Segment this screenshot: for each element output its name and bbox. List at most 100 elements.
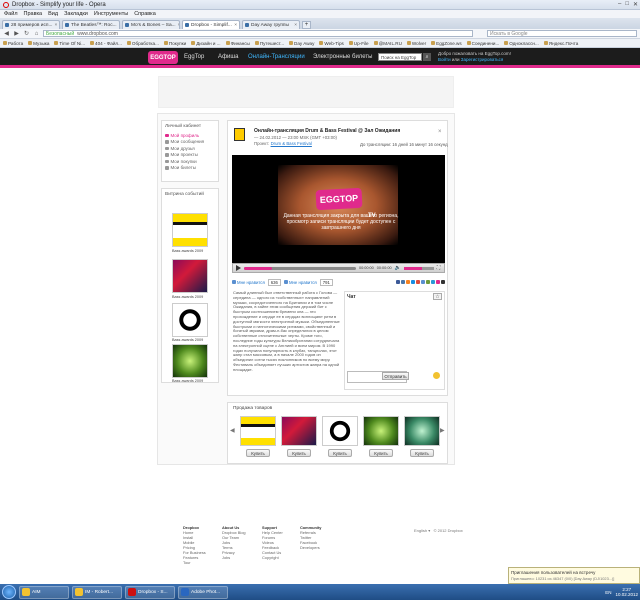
bookmark-item[interactable]: Дизайн и ... xyxy=(191,41,221,46)
footer-link[interactable]: Jobs xyxy=(222,555,246,560)
share-icon[interactable] xyxy=(436,280,440,284)
tab-close-icon[interactable]: × xyxy=(234,23,239,28)
footer-link[interactable]: Copyright xyxy=(262,555,283,560)
bookmark-item[interactable]: 404 - Файл... xyxy=(90,41,122,46)
organizer-link[interactable]: Drum & Bass Festival xyxy=(271,141,312,146)
search-input[interactable]: Искать в Google xyxy=(487,30,637,37)
chat-star-button[interactable]: ☆ xyxy=(433,293,442,300)
reload-icon[interactable]: ↻ xyxy=(23,30,30,37)
share-icon[interactable] xyxy=(396,280,400,284)
product-image[interactable] xyxy=(281,416,317,446)
share-icon[interactable] xyxy=(441,280,445,284)
close-icon[interactable]: ✕ xyxy=(633,1,638,8)
share-icon[interactable] xyxy=(431,280,435,284)
tab-close-icon[interactable]: × xyxy=(119,23,120,28)
bookmark-item[interactable]: EggZone.ws xyxy=(431,41,462,46)
tab-close-icon[interactable]: × xyxy=(54,23,59,28)
address-field[interactable]: Безопасный www.dropbox.com xyxy=(43,30,473,37)
product-image[interactable] xyxy=(240,416,276,446)
browser-tab[interactable]: The Beatles™: Roc...× xyxy=(62,20,120,29)
tab-close-icon[interactable]: × xyxy=(294,23,299,28)
video-player[interactable]: EGGTOP TV Данная трансляция закрыта для … xyxy=(232,155,445,263)
menu-bookmarks[interactable]: Закладки xyxy=(64,11,88,17)
bookmark-item[interactable]: Day Away xyxy=(289,41,314,46)
nav-eggtop[interactable]: EggTop xyxy=(184,54,204,60)
language-select[interactable]: English xyxy=(414,528,427,533)
cabinet-item[interactable]: Мои билеты xyxy=(165,165,215,172)
nav-tickets[interactable]: Электронные билеты xyxy=(313,54,373,60)
nav-afisha[interactable]: Афиша xyxy=(218,54,239,60)
event-poster-drum-bass[interactable] xyxy=(172,213,208,247)
buy-button[interactable]: Купить xyxy=(369,449,393,457)
buy-button[interactable]: Купить xyxy=(246,449,270,457)
bookmark-item[interactable]: Яндекс.Почта xyxy=(543,41,578,46)
prev-arrow-icon[interactable]: ◀ xyxy=(230,427,235,434)
buy-button[interactable]: Купить xyxy=(287,449,311,457)
browser-tab[interactable]: Mo's & Bones – Sa...× xyxy=(122,20,180,29)
buy-button[interactable]: Купить xyxy=(328,449,352,457)
home-icon[interactable]: ⌂ xyxy=(33,31,40,37)
like-button[interactable]: Мне нравится xyxy=(232,280,265,285)
taskbar-item[interactable]: Adobe Phot... xyxy=(178,585,228,599)
minimize-icon[interactable]: – xyxy=(618,1,621,8)
clock[interactable]: 2:27 10.02.2012 xyxy=(615,587,638,597)
share-icon[interactable] xyxy=(406,280,410,284)
share-icon[interactable] xyxy=(401,280,405,284)
bookmark-item[interactable]: Web-Tips xyxy=(319,41,344,46)
register-link[interactable]: Зарегистрироваться xyxy=(461,57,504,62)
share-icon[interactable] xyxy=(411,280,415,284)
browser-tab[interactable]: Day Away группы × xyxy=(242,20,300,29)
notification-toast[interactable]: Приглашения пользователей на встречу При… xyxy=(508,567,640,584)
share-icon[interactable] xyxy=(421,280,425,284)
volume-icon[interactable]: 🔈 xyxy=(395,265,401,271)
bookmark-item[interactable]: Соединени... xyxy=(466,41,499,46)
maximize-icon[interactable]: □ xyxy=(625,1,629,8)
forward-icon[interactable]: ▶ xyxy=(13,30,20,37)
bookmark-item[interactable]: Time Of Ni... xyxy=(54,41,85,46)
dislike-button[interactable]: Мне нравится xyxy=(283,280,317,285)
nav-online[interactable]: Онлайн-Трансляции xyxy=(248,54,305,60)
login-link[interactable]: Войти xyxy=(438,57,451,62)
menu-edit[interactable]: Правка xyxy=(24,11,43,17)
bookmark-item[interactable]: Обработка... xyxy=(126,41,159,46)
smiley-icon[interactable] xyxy=(433,372,440,379)
site-search-button[interactable]: ⌕ xyxy=(423,53,431,61)
menu-tools[interactable]: Инструменты xyxy=(94,11,128,17)
event-poster-festival[interactable] xyxy=(172,259,208,293)
video-progress[interactable] xyxy=(244,266,356,270)
back-icon[interactable]: ◀ xyxy=(3,30,10,37)
menu-view[interactable]: Вид xyxy=(48,11,58,17)
menu-file[interactable]: Файл xyxy=(4,11,18,17)
fullscreen-icon[interactable]: ⛶ xyxy=(437,265,441,271)
bookmark-item[interactable]: Wolver xyxy=(406,41,426,46)
product-image[interactable] xyxy=(363,416,399,446)
play-icon[interactable] xyxy=(236,265,241,271)
start-button[interactable] xyxy=(2,585,16,599)
bookmark-item[interactable]: Одноклассн... xyxy=(504,41,539,46)
bookmark-item[interactable]: Up-File xyxy=(348,41,369,46)
share-icon[interactable] xyxy=(426,280,430,284)
close-icon[interactable]: × xyxy=(438,129,442,135)
taskbar-item[interactable]: Dropbox - S... xyxy=(125,585,175,599)
taskbar-item[interactable]: IM - Robert... xyxy=(72,585,122,599)
buy-button[interactable]: Купить xyxy=(410,449,434,457)
browser-tab[interactable]: 28 примеров исп... × xyxy=(2,20,60,29)
product-image[interactable] xyxy=(322,416,358,446)
next-arrow-icon[interactable]: ▶ xyxy=(440,427,445,434)
new-tab-button[interactable]: + xyxy=(302,21,311,29)
keyboard-language[interactable]: EN xyxy=(605,590,611,595)
event-poster-green[interactable] xyxy=(172,344,208,378)
footer-link[interactable]: Tour xyxy=(183,560,206,565)
site-logo[interactable]: EGGTOP xyxy=(148,51,178,64)
bookmark-item[interactable]: Финансы xyxy=(225,41,250,46)
chat-send-button[interactable]: Отправить xyxy=(382,372,409,380)
bookmark-item[interactable]: Покупки xyxy=(163,41,186,46)
tab-close-icon[interactable]: × xyxy=(178,23,179,28)
footer-link[interactable]: Developers xyxy=(300,545,321,550)
share-icon[interactable] xyxy=(416,280,420,284)
taskbar-item[interactable]: AIM xyxy=(19,585,69,599)
bookmark-item[interactable]: @MAIL.RU xyxy=(373,41,402,46)
volume-slider[interactable] xyxy=(403,266,434,270)
bookmark-item[interactable]: Работа xyxy=(3,41,23,46)
menu-help[interactable]: Справка xyxy=(134,11,156,17)
